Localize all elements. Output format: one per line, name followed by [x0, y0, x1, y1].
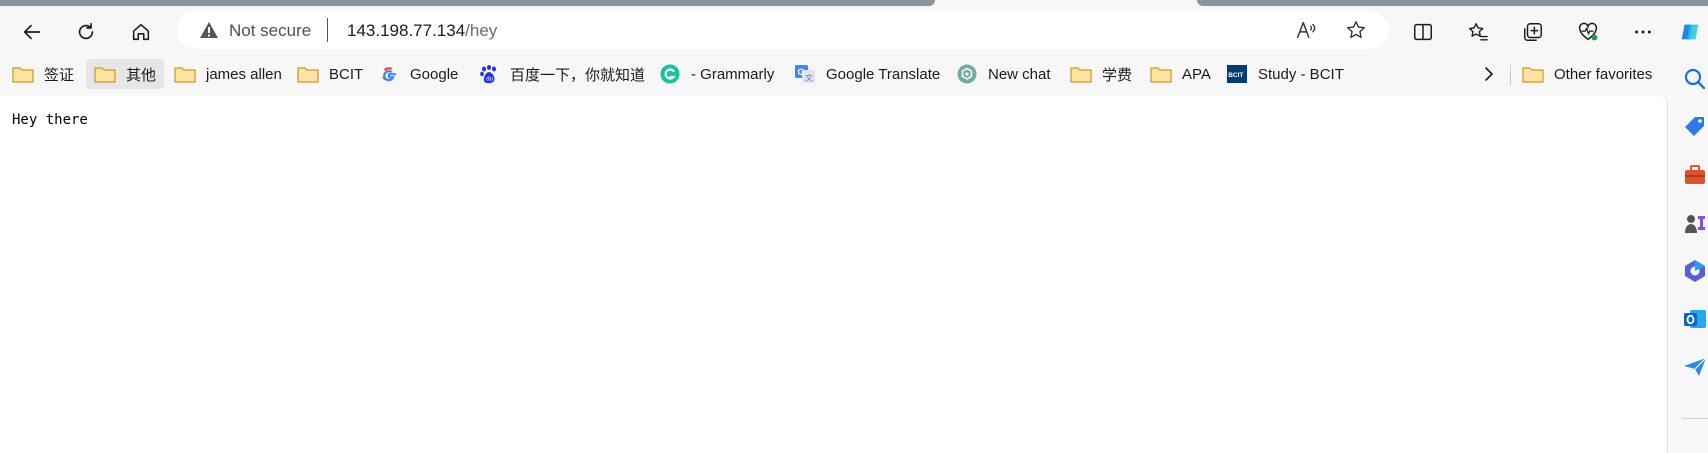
folder-icon: [12, 67, 34, 83]
favorite-study-bcit[interactable]: BCIT Study - BCIT: [1218, 59, 1352, 89]
address-bar[interactable]: Not secure 143.198.77.134/hey: [177, 11, 1389, 49]
address-separator: [327, 18, 328, 42]
favorite-label: Study - BCIT: [1258, 65, 1344, 83]
home-button[interactable]: [123, 14, 159, 50]
favorites-bar: 签证 其他 james allen BCIT Google du 百度一下，你就…: [0, 56, 1708, 92]
chevron-right-icon: [1485, 67, 1493, 81]
favorite-label: 其他: [126, 66, 157, 84]
chatgpt-icon: [957, 64, 977, 84]
folder-icon: [174, 67, 196, 83]
favorite-folder-visa[interactable]: 签证: [4, 59, 82, 89]
favorite-folder-james-allen[interactable]: james allen: [166, 59, 290, 89]
baidu-icon: du: [480, 65, 496, 84]
favorite-label: Google Translate: [826, 65, 941, 83]
back-arrow-icon: [23, 24, 41, 40]
folder-icon: [1522, 67, 1544, 83]
more-dots-icon: [1635, 30, 1651, 34]
folder-icon: [1150, 67, 1172, 83]
favorite-google-translate[interactable]: G文 Google Translate: [786, 59, 948, 89]
favorite-label: 签证: [44, 66, 75, 84]
page-content: Hey there: [0, 96, 1668, 453]
heart-pulse-icon: [1578, 22, 1598, 41]
favorite-label: james allen: [206, 65, 282, 83]
security-label[interactable]: Not secure: [229, 21, 311, 41]
favorite-grammarly[interactable]: - Grammarly: [651, 59, 782, 89]
url-host: 143.198.77.134: [347, 21, 466, 40]
copilot-icon: [1681, 24, 1699, 40]
url-text[interactable]: 143.198.77.134/hey: [347, 21, 497, 41]
favorites-divider: [1510, 65, 1511, 85]
split-screen-icon: [1414, 23, 1432, 41]
warning-icon[interactable]: [199, 21, 219, 39]
edge-sidebar: [1668, 56, 1708, 453]
favorite-folder-tuition[interactable]: 学费: [1062, 59, 1140, 89]
favorite-label: New chat: [988, 65, 1051, 83]
svg-text:G: G: [798, 67, 805, 77]
favorite-label: Other favorites: [1554, 65, 1653, 83]
favorite-label: Google: [410, 65, 459, 83]
tools-icon[interactable]: [1682, 162, 1708, 188]
folder-icon: [94, 67, 116, 83]
favorite-folder-other[interactable]: 其他: [86, 59, 165, 89]
bcit-icon: BCIT: [1227, 65, 1247, 83]
favorite-star-icon[interactable]: [1345, 19, 1367, 41]
read-aloud-icon[interactable]: [1295, 19, 1317, 41]
folder-icon: [297, 67, 319, 83]
favorite-new-chat[interactable]: New chat: [948, 59, 1059, 89]
split-screen-button[interactable]: [1405, 14, 1441, 50]
back-button[interactable]: [14, 14, 50, 50]
sidebar-divider: [1682, 418, 1708, 419]
svg-text:du: du: [486, 77, 493, 83]
shopping-tag-icon[interactable]: [1682, 114, 1708, 140]
browser-essentials-button[interactable]: [1570, 14, 1606, 50]
grammarly-icon: [660, 64, 680, 84]
url-path: /hey: [465, 21, 498, 40]
games-icon[interactable]: [1682, 210, 1708, 236]
google-translate-icon: G文: [795, 65, 815, 83]
browser-toolbar: Not secure 143.198.77.134/hey: [0, 6, 1708, 56]
favorite-folder-apa[interactable]: APA: [1142, 59, 1219, 89]
microsoft-365-icon[interactable]: [1682, 258, 1708, 284]
refresh-icon: [78, 22, 94, 40]
favorites-list-icon: [1468, 23, 1488, 41]
copilot-button[interactable]: [1672, 14, 1708, 50]
page-text: Hey there: [12, 112, 88, 128]
favorite-baidu[interactable]: du 百度一下，你就知道: [470, 59, 653, 89]
favorite-folder-bcit[interactable]: BCIT: [289, 59, 371, 89]
refresh-button[interactable]: [68, 14, 104, 50]
favorite-label: - Grammarly: [691, 65, 775, 83]
settings-more-button[interactable]: [1625, 14, 1661, 50]
svg-text:文: 文: [805, 73, 813, 83]
outlook-icon[interactable]: [1682, 306, 1708, 332]
favorites-button[interactable]: [1460, 14, 1496, 50]
send-icon[interactable]: [1682, 354, 1708, 380]
bcit-icon-text: BCIT: [1228, 72, 1243, 79]
favorite-google[interactable]: Google: [370, 59, 466, 89]
search-icon[interactable]: [1682, 66, 1708, 92]
google-icon: [382, 67, 396, 82]
home-icon: [132, 23, 150, 41]
favorite-label: 百度一下，你就知道: [510, 66, 646, 84]
favorite-label: 学费: [1102, 66, 1133, 84]
folder-icon: [1070, 67, 1092, 83]
favorite-label: BCIT: [329, 65, 364, 83]
collections-icon: [1524, 23, 1542, 41]
collections-button[interactable]: [1515, 14, 1551, 50]
favorite-folder-other-favorites[interactable]: Other favorites: [1514, 59, 1660, 89]
favorites-overflow-button[interactable]: [1475, 59, 1503, 89]
favorite-label: APA: [1182, 65, 1211, 83]
